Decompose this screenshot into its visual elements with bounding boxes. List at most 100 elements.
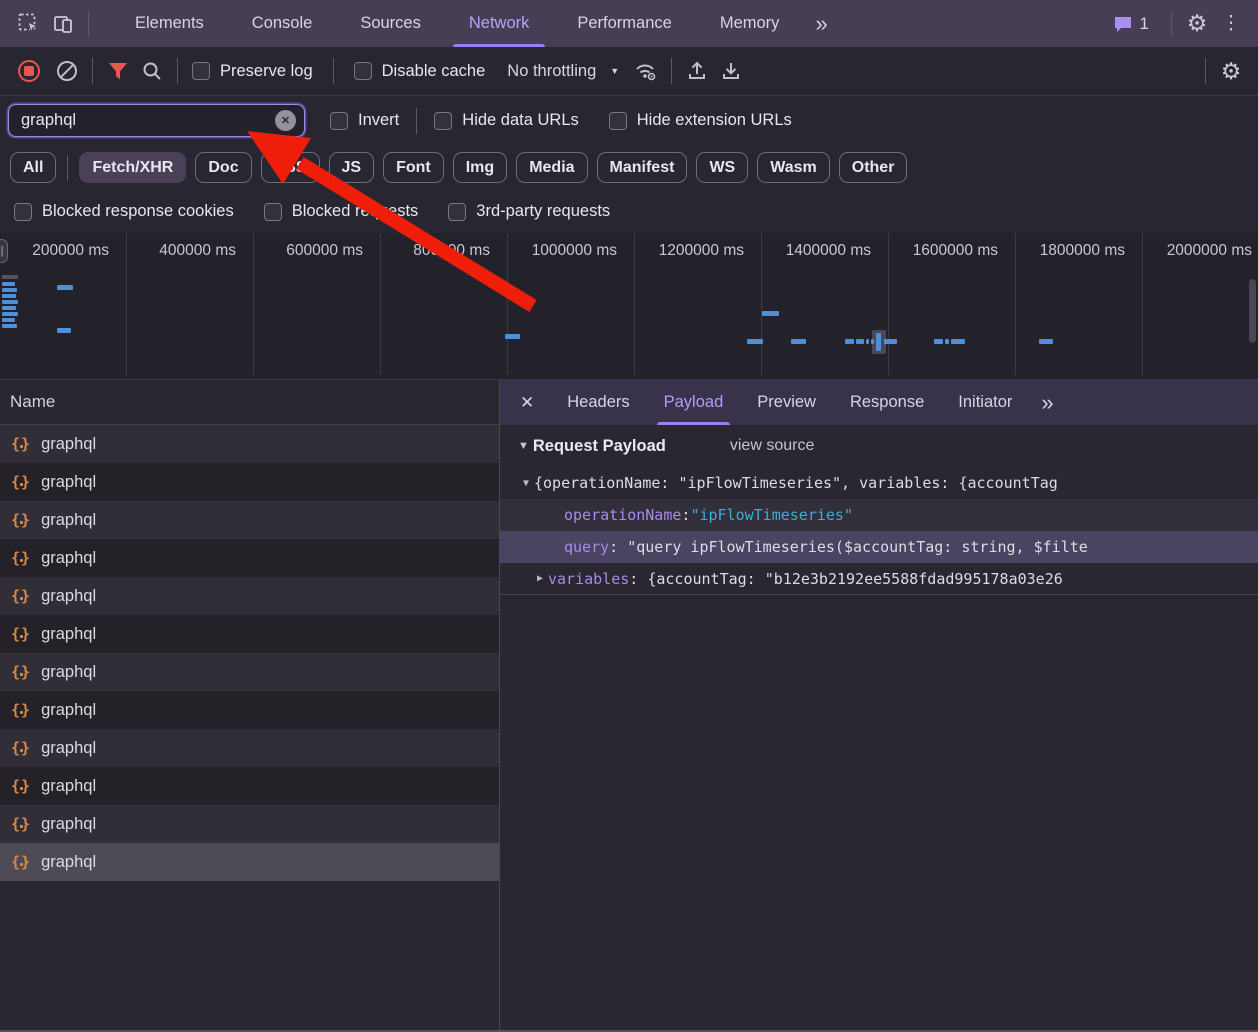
chip-css[interactable]: CSS [261,152,320,183]
hide-data-urls-checkbox[interactable] [434,112,452,130]
console-messages-indicator[interactable]: 1 [1113,14,1149,34]
details-tab-response[interactable]: Response [833,380,941,425]
tab-elements[interactable]: Elements [111,0,228,47]
chip-other[interactable]: Other [839,152,908,183]
3rd-party-requests-checkbox[interactable] [448,203,466,221]
xhr-json-icon: {} [11,663,31,681]
tab-console[interactable]: Console [228,0,337,47]
network-settings-gear-icon[interactable]: ⚙ [1214,54,1248,88]
toolbar-divider [416,108,417,134]
payload-tree-row[interactable]: ▼{operationName: "ipFlowTimeseries", var… [500,467,1258,499]
waterfall-bar [934,339,943,344]
payload-text-segment: : {accountTag: "b12e3b2192ee5588fdad9951… [629,570,1062,588]
settings-gear-icon[interactable]: ⚙ [1180,7,1214,41]
inspect-element-icon[interactable] [12,7,46,41]
request-row[interactable]: {}graphql [0,691,499,729]
details-tab-headers[interactable]: Headers [550,380,646,425]
request-row[interactable]: {}graphql [0,805,499,843]
expand-triangle-icon[interactable]: ▼ [518,478,534,489]
customize-kebab-icon[interactable]: ⋮ [1214,7,1248,41]
devtools-main-toolbar: ElementsConsoleSourcesNetworkPerformance… [0,0,1258,47]
name-column-header[interactable]: Name [0,380,499,425]
hide-extension-urls-label: Hide extension URLs [637,111,792,130]
chip-media[interactable]: Media [516,152,587,183]
more-tabs-icon[interactable]: » [803,0,839,47]
chip-divider [67,155,68,181]
request-row[interactable]: {}graphql [0,463,499,501]
search-icon[interactable] [135,54,169,88]
close-details-icon[interactable]: ✕ [500,380,550,425]
waterfall-bar [505,334,520,339]
request-payload-title: Request Payload [533,437,666,456]
collapse-triangle-icon[interactable]: ▼ [518,440,529,452]
chip-ws[interactable]: WS [696,152,748,183]
tab-memory[interactable]: Memory [696,0,804,47]
payload-tree-row[interactable]: operationName: "ipFlowTimeseries" [500,499,1258,531]
details-tab-payload[interactable]: Payload [647,380,741,425]
tab-performance[interactable]: Performance [553,0,695,47]
xhr-json-icon: {} [11,777,31,795]
tab-network[interactable]: Network [445,0,554,47]
network-overview-timeline[interactable]: 200000 ms400000 ms600000 ms800000 ms1000… [0,233,1258,380]
blocked-requests-checkbox[interactable] [264,203,282,221]
timeline-tick-label: 2000000 ms [1167,242,1252,260]
timeline-tick-label: 1800000 ms [1040,242,1125,260]
request-row[interactable]: {}graphql [0,539,499,577]
hide-extension-urls-checkbox[interactable] [609,112,627,130]
clear-network-log-icon[interactable] [50,54,84,88]
import-har-icon[interactable] [680,54,714,88]
request-row[interactable]: {}graphql [0,653,499,691]
more-details-tabs-icon[interactable]: » [1029,380,1065,425]
clear-filter-icon[interactable]: ✕ [275,110,296,131]
details-tab-bar: ✕ HeadersPayloadPreviewResponseInitiator… [500,380,1258,425]
throttling-select[interactable]: No throttling ▼ [507,62,619,81]
export-har-icon[interactable] [714,54,748,88]
expand-triangle-icon[interactable]: ▶ [532,573,548,584]
timeline-scrollbar[interactable] [1249,279,1256,343]
toolbar-divider [671,58,672,84]
device-toolbar-icon[interactable] [46,7,80,41]
details-tab-preview[interactable]: Preview [740,380,833,425]
request-row[interactable]: {}graphql [0,577,499,615]
chip-js[interactable]: JS [329,152,375,183]
chip-manifest[interactable]: Manifest [597,152,688,183]
request-row[interactable]: {}graphql [0,729,499,767]
preserve-log-checkbox[interactable] [192,62,210,80]
request-name: graphql [41,777,96,796]
chip-doc[interactable]: Doc [195,152,251,183]
waterfall-bar [2,318,15,322]
timeline-grip-handle[interactable]: | [0,239,8,263]
devtools-window: ElementsConsoleSourcesNetworkPerformance… [0,0,1258,1032]
network-conditions-icon[interactable] [629,54,663,88]
filter-text-input[interactable] [21,111,275,130]
invert-checkbox[interactable] [330,112,348,130]
blocked-response-cookies-checkbox[interactable] [14,203,32,221]
toolbar-divider [1171,11,1172,37]
waterfall-bar [2,324,17,328]
waterfall-bar [57,285,73,290]
chip-fetch-xhr[interactable]: Fetch/XHR [79,152,186,183]
payload-tree-row[interactable]: ▶variables: {accountTag: "b12e3b2192ee55… [500,563,1258,595]
tab-sources[interactable]: Sources [336,0,445,47]
request-row[interactable]: {}graphql [0,501,499,539]
chip-all[interactable]: All [10,152,56,183]
request-row[interactable]: {}graphql [0,615,499,653]
view-source-link[interactable]: view source [730,437,814,455]
chip-img[interactable]: Img [453,152,507,183]
request-name: graphql [41,473,96,492]
timeline-tick-label: 200000 ms [32,242,109,260]
timeline-tick-label: 400000 ms [159,242,236,260]
toolbar-divider [92,58,93,84]
request-row[interactable]: {}graphql [0,425,499,463]
request-row[interactable]: {} graphql [0,767,499,805]
details-tab-initiator[interactable]: Initiator [941,380,1029,425]
payload-tree-row[interactable]: query: "query ipFlowTimeseries($accountT… [500,531,1258,563]
disable-cache-checkbox[interactable] [354,62,372,80]
chip-font[interactable]: Font [383,152,444,183]
filter-input-box[interactable]: ✕ [8,104,305,137]
waterfall-bar [856,339,864,344]
chip-wasm[interactable]: Wasm [757,152,830,183]
record-network-log-button[interactable] [18,60,40,82]
request-row[interactable]: {}graphql [0,843,499,881]
filter-icon[interactable] [101,54,135,88]
